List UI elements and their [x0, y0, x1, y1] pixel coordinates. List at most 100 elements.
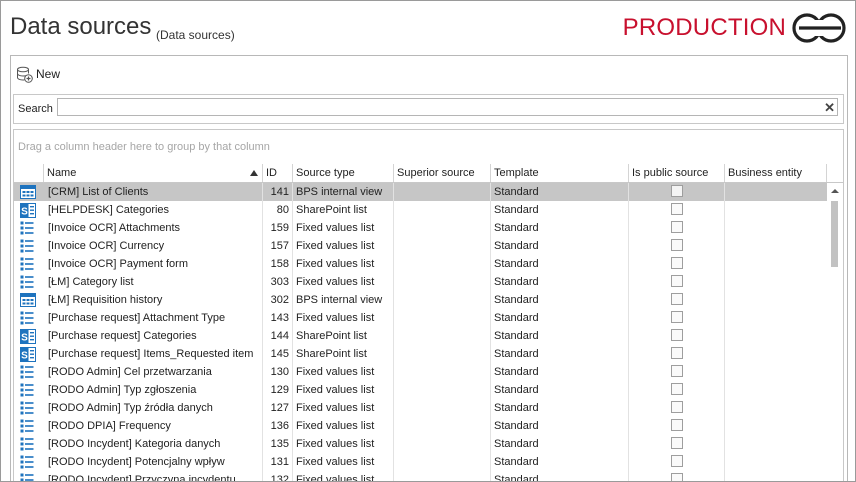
cell-name: [ŁM] Category list	[44, 273, 263, 291]
is-public-checkbox[interactable]	[671, 365, 683, 377]
column-header-name[interactable]: Name	[44, 164, 263, 182]
cell-superior-source	[394, 183, 491, 201]
column-header-template[interactable]: Template	[491, 164, 629, 182]
search-bar: Search ✕	[13, 94, 844, 124]
row-icon-cell	[14, 399, 44, 417]
is-public-checkbox[interactable]	[671, 401, 683, 413]
cell-name: [RODO Incydent] Kategoria danych	[44, 435, 263, 453]
cell-template: Standard	[491, 327, 629, 345]
cell-id: 141	[263, 183, 293, 201]
cell-business-entity	[725, 417, 827, 435]
fixed-list-icon	[20, 401, 34, 415]
cell-id: 159	[263, 219, 293, 237]
cell-name: [Invoice OCR] Attachments	[44, 219, 263, 237]
fixed-list-icon	[20, 311, 34, 325]
column-header-is-public-source[interactable]: Is public source	[629, 164, 725, 182]
is-public-checkbox[interactable]	[671, 437, 683, 449]
is-public-checkbox[interactable]	[671, 221, 683, 233]
column-header-superior-source[interactable]: Superior source	[394, 164, 491, 182]
cell-superior-source	[394, 201, 491, 219]
sharepoint-icon: S	[20, 203, 36, 218]
column-header-source-type[interactable]: Source type	[293, 164, 394, 182]
table-row[interactable]: [RODO Admin] Typ zgłoszenia 129 Fixed valu…	[14, 381, 827, 399]
vertical-scrollbar[interactable]	[827, 183, 843, 481]
fixed-list-icon	[20, 419, 34, 433]
scrollbar-thumb[interactable]	[831, 201, 838, 267]
table-row[interactable]: S [Purchase request] Categories 144 SharePo…	[14, 327, 827, 345]
is-public-checkbox[interactable]	[671, 347, 683, 359]
fixed-list-icon	[20, 221, 34, 235]
cell-name: [HELPDESK] Categories	[44, 201, 263, 219]
table-row[interactable]: [Invoice OCR] Attachments 159 Fixed values…	[14, 219, 827, 237]
close-icon[interactable]: ✕	[824, 101, 835, 115]
is-public-checkbox[interactable]	[671, 311, 683, 323]
column-header-row: Name ID Source type Superior source Temp…	[14, 164, 843, 183]
table-row[interactable]: [Invoice OCR] Payment form 158 Fixed value…	[14, 255, 827, 273]
data-sources-panel: New Search ✕ Drag a column header here t…	[10, 55, 848, 481]
cell-superior-source	[394, 255, 491, 273]
table-row[interactable]: [Purchase request] Attachment Type 143 Fix…	[14, 309, 827, 327]
row-icon-cell	[14, 471, 44, 481]
cell-business-entity	[725, 381, 827, 399]
cell-source-type: Fixed values list	[293, 381, 394, 399]
search-input[interactable]	[57, 98, 838, 116]
is-public-checkbox[interactable]	[671, 257, 683, 269]
cell-business-entity	[725, 435, 827, 453]
table-row[interactable]: [RODO Admin] Typ źródła danych 127 Fixed v…	[14, 399, 827, 417]
is-public-checkbox[interactable]	[671, 203, 683, 215]
scroll-up-arrow-icon[interactable]	[831, 189, 839, 193]
table-row[interactable]: [ŁM] Requisition history 302 BPS internal …	[14, 291, 827, 309]
is-public-checkbox[interactable]	[671, 239, 683, 251]
cell-id: 127	[263, 399, 293, 417]
is-public-checkbox[interactable]	[671, 329, 683, 341]
cell-template: Standard	[491, 219, 629, 237]
table-row[interactable]: [CRM] List of Clients 141 BPS internal vie…	[14, 183, 827, 201]
bps-view-icon	[20, 293, 36, 307]
is-public-checkbox[interactable]	[671, 293, 683, 305]
cell-superior-source	[394, 471, 491, 481]
is-public-checkbox[interactable]	[671, 275, 683, 287]
cell-is-public-source	[629, 363, 725, 381]
sharepoint-icon: S	[20, 329, 36, 344]
cell-name: [RODO Admin] Cel przetwarzania	[44, 363, 263, 381]
fixed-list-icon	[20, 455, 34, 469]
cell-template: Standard	[491, 201, 629, 219]
table-row[interactable]: [RODO Incydent] Potencjalny wpływ 131 Fixe…	[14, 453, 827, 471]
is-public-checkbox[interactable]	[671, 383, 683, 395]
fixed-list-icon	[20, 239, 34, 253]
is-public-checkbox[interactable]	[671, 419, 683, 431]
cell-source-type: Fixed values list	[293, 237, 394, 255]
cell-template: Standard	[491, 381, 629, 399]
cell-business-entity	[725, 255, 827, 273]
is-public-checkbox[interactable]	[671, 185, 683, 197]
row-icon-cell	[14, 453, 44, 471]
cell-id: 143	[263, 309, 293, 327]
table-row[interactable]: [ŁM] Category list 303 Fixed values list St…	[14, 273, 827, 291]
group-by-panel[interactable]: Drag a column header here to group by th…	[14, 130, 843, 165]
new-button[interactable]: New	[16, 64, 60, 84]
table-row[interactable]: S [HELPDESK] Categories 80 SharePoint list S…	[14, 201, 827, 219]
column-header-id[interactable]: ID	[263, 164, 293, 182]
table-row[interactable]: S [Purchase request] Items_Requested item…	[14, 345, 827, 363]
grid-rows: [CRM] List of Clients 141 BPS internal vie…	[14, 183, 827, 481]
cell-source-type: Fixed values list	[293, 471, 394, 481]
table-row[interactable]: [RODO Admin] Cel przetwarzania 130 Fixed v…	[14, 363, 827, 381]
cell-template: Standard	[491, 183, 629, 201]
cell-business-entity	[725, 345, 827, 363]
cell-name: [RODO Admin] Typ źródła danych	[44, 399, 263, 417]
table-row[interactable]: [RODO Incydent] Przyczyna incydentu 132 Fi…	[14, 471, 827, 481]
environment-label: PRODUCTION	[622, 14, 786, 41]
is-public-checkbox[interactable]	[671, 455, 683, 467]
table-row[interactable]: [RODO DPIA] Frequency 136 Fixed values lis…	[14, 417, 827, 435]
cell-template: Standard	[491, 453, 629, 471]
table-row[interactable]: [Invoice OCR] Currency 157 Fixed values li…	[14, 237, 827, 255]
cell-superior-source	[394, 435, 491, 453]
fixed-list-icon	[20, 473, 34, 481]
cell-template: Standard	[491, 471, 629, 481]
is-public-checkbox[interactable]	[671, 473, 683, 481]
cell-superior-source	[394, 327, 491, 345]
page-subtitle: (Data sources)	[156, 28, 235, 42]
column-header-business-entity[interactable]: Business entity	[725, 164, 827, 182]
table-row[interactable]: [RODO Incydent] Kategoria danych 135 Fixed…	[14, 435, 827, 453]
cell-id: 135	[263, 435, 293, 453]
